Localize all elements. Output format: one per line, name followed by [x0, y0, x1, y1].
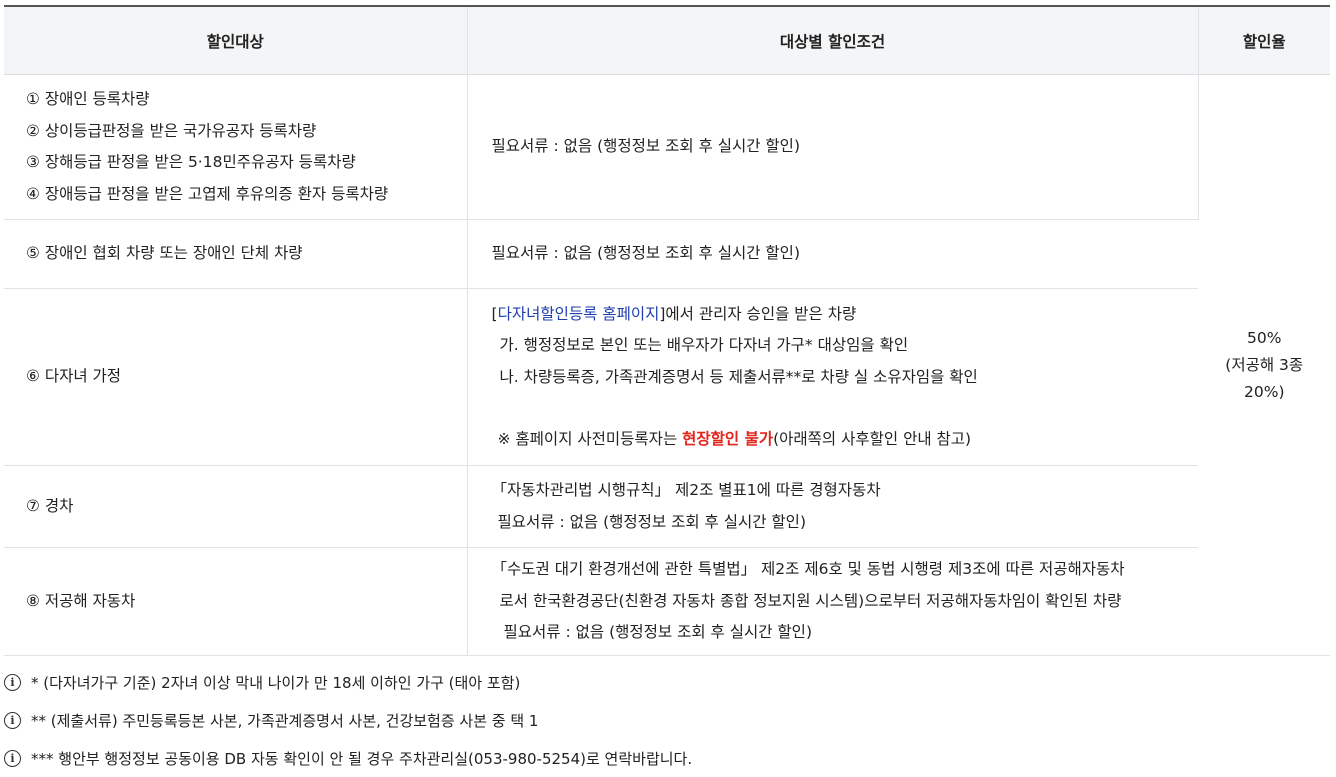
- target-cell: ① 장애인 등록차량 ② 상이등급판정을 받은 국가유공자 등록차량 ③ 장해등…: [4, 74, 468, 220]
- condition-line: 필요서류 : 없음 (행정정보 조회 후 실시간 할인): [503, 623, 813, 642]
- condition-line: 나. 차량등록증, 가족관계증명서 등 제출서류**로 차량 실 소유자임을 확…: [499, 367, 978, 386]
- info-icon: i: [4, 749, 21, 767]
- table-row: ⑤ 장애인 협회 차량 또는 장애인 단체 차량 필요서류 : 없음 (행정정보…: [4, 219, 1330, 289]
- table-row: ① 장애인 등록차량 ② 상이등급판정을 받은 국가유공자 등록차량 ③ 장해등…: [4, 74, 1330, 656]
- header-condition: 대상별 할인조건: [467, 5, 1199, 75]
- condition-cell: 필요서류 : 없음 (행정정보 조회 후 실시간 할인): [467, 219, 1198, 289]
- condition-text: 필요서류 : 없음 (행정정보 조회 후 실시간 할인): [491, 137, 801, 155]
- header-rate: 할인율: [1198, 5, 1330, 75]
- condition-line: 「수도권 대기 환경개선에 관한 특별법」 제2조 제6호 및 동법 시행령 제…: [491, 560, 1125, 579]
- table-row: ⑦ 경차 「자동차관리법 시행규칙」 제2조 별표1에 따른 경형자동차 필요서…: [4, 465, 1330, 548]
- footnote-text: ** (제출서류) 주민등록등본 사본, 가족관계증명서 사본, 건강보험증 사…: [31, 711, 539, 730]
- condition-line: 필요서류 : 없음 (행정정보 조회 후 실시간 할인): [497, 512, 807, 531]
- info-icon: i: [4, 673, 21, 691]
- condition-line: 가. 행정정보로 본인 또는 배우자가 다자녀 가구* 대상임을 확인: [499, 336, 909, 354]
- footnote-item: i *** 행안부 행정정보 공동이용 DB 자동 확인이 안 될 경우 주차관…: [4, 739, 1324, 777]
- footnote-text: * (다자녀가구 기준) 2자녀 이상 막내 나이가 만 18세 이하인 가구 …: [31, 673, 521, 692]
- condition-cell: [다자녀할인등록 홈페이지]에서 관리자 승인을 받은 차량 가. 행정정보로 …: [467, 288, 1199, 466]
- footnote-item: i ** (제출서류) 주민등록등본 사본, 가족관계증명서 사본, 건강보험증…: [4, 701, 1324, 739]
- condition-cell: 「자동차관리법 시행규칙」 제2조 별표1에 따른 경형자동차 필요서류 : 없…: [467, 465, 1198, 548]
- table-row: ⑧ 저공해 자동차 「수도권 대기 환경개선에 관한 특별법」 제2조 제6호 …: [4, 547, 1330, 656]
- info-icon: i: [4, 711, 21, 729]
- target-item: ① 장애인 등록차량: [26, 90, 150, 108]
- no-onsite-discount: 현장할인 불가: [682, 430, 774, 448]
- footnote-item: i * (다자녀가구 기준) 2자녀 이상 막내 나이가 만 18세 이하인 가…: [4, 663, 1324, 701]
- header-target: 할인대상: [4, 5, 468, 75]
- condition-line: [다자녀할인등록 홈페이지]에서 관리자 승인을 받은 차량: [491, 304, 857, 323]
- multichild-register-link[interactable]: 다자녀할인등록 홈페이지: [498, 305, 660, 323]
- footnotes: i * (다자녀가구 기준) 2자녀 이상 막내 나이가 만 18세 이하인 가…: [4, 663, 1324, 777]
- condition-line: 로서 한국환경공단(친환경 자동차 종합 정보지원 시스템)으로부터 저공해자동…: [499, 591, 1122, 610]
- table-header-row: 할인대상 대상별 할인조건 할인율: [4, 5, 1330, 75]
- rate-note: (저공해 3종: [1225, 355, 1304, 374]
- target-item: ② 상이등급판정을 받은 국가유공자 등록차량: [26, 121, 317, 140]
- condition-cell: 필요서류 : 없음 (행정정보 조회 후 실시간 할인): [467, 74, 1199, 220]
- target-item: ④ 장애등급 판정을 받은 고엽제 후유의증 환자 등록차량: [26, 184, 389, 203]
- target-item: ③ 장해등급 판정을 받은 5·18민주유공자 등록차량: [26, 153, 356, 171]
- target-cell: ⑦ 경차: [4, 465, 468, 548]
- target-cell: ⑥ 다자녀 가정: [4, 288, 468, 466]
- condition-cell: 「수도권 대기 환경개선에 관한 특별법」 제2조 제6호 및 동법 시행령 제…: [467, 547, 1198, 656]
- rate-note-value: 20%): [1244, 382, 1285, 401]
- condition-warning: ※ 홈페이지 사전미등록자는 현장할인 불가(아래쪽의 사후할인 안내 참고): [497, 430, 972, 448]
- rate-value: 50%: [1247, 328, 1282, 347]
- target-cell: ⑧ 저공해 자동차: [4, 547, 468, 656]
- discount-table: 할인대상 대상별 할인조건 할인율 ① 장애인 등록차량 ② 상이등급판정을 받…: [4, 5, 1330, 656]
- table-row: ⑥ 다자녀 가정 [다자녀할인등록 홈페이지]에서 관리자 승인을 받은 차량 …: [4, 288, 1330, 466]
- rate-cell: 50% (저공해 3종 20%): [1198, 74, 1330, 656]
- target-cell: ⑤ 장애인 협회 차량 또는 장애인 단체 차량: [4, 219, 468, 289]
- footnote-text: *** 행안부 행정정보 공동이용 DB 자동 확인이 안 될 경우 주차관리실…: [31, 749, 693, 768]
- condition-line: 「자동차관리법 시행규칙」 제2조 별표1에 따른 경형자동차: [491, 481, 881, 499]
